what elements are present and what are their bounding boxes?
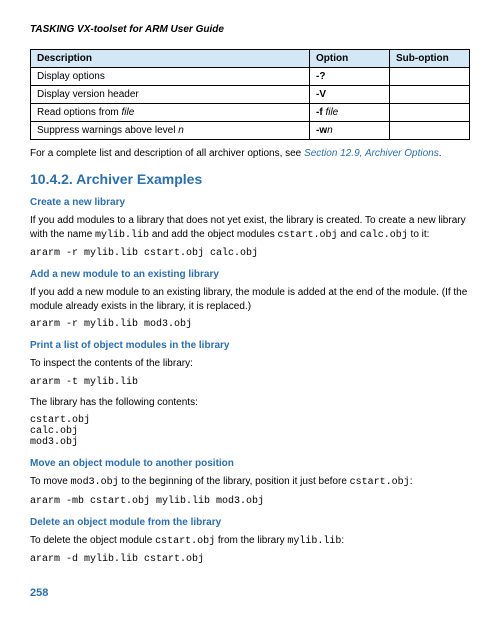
body-text: To move mod3.obj to the beginning of the… xyxy=(30,475,470,490)
code-block: cstart.obj calc.obj mod3.obj xyxy=(30,415,470,448)
body-text: The library has the following contents: xyxy=(30,396,470,410)
section-title: 10.4.2. Archiver Examples xyxy=(30,171,470,187)
cell-desc: Read options from file xyxy=(31,104,310,122)
table-row: Suppress warnings above level n -wn xyxy=(31,122,470,140)
example-heading: Create a new library xyxy=(30,197,470,208)
cell-subopt xyxy=(390,68,470,86)
code-block: ararm -mb cstart.obj mylib.lib mod3.obj xyxy=(30,496,470,507)
cell-desc: Display version header xyxy=(31,86,310,104)
cell-opt: -wn xyxy=(310,122,390,140)
example-heading: Print a list of object modules in the li… xyxy=(30,340,470,351)
body-text: To delete the object module cstart.obj f… xyxy=(30,534,470,549)
options-table: Description Option Sub-option Display op… xyxy=(30,49,470,140)
page-header: TASKING VX-toolset for ARM User Guide xyxy=(30,24,470,35)
example-heading: Move an object module to another positio… xyxy=(30,458,470,469)
cell-opt: -V xyxy=(310,86,390,104)
cell-desc: Suppress warnings above level n xyxy=(31,122,310,140)
body-text: To inspect the contents of the library: xyxy=(30,357,470,371)
table-row: Display options -? xyxy=(31,68,470,86)
example-heading: Add a new module to an existing library xyxy=(30,269,470,280)
page-number: 258 xyxy=(30,587,470,599)
cell-desc: Display options xyxy=(31,68,310,86)
body-text: If you add modules to a library that doe… xyxy=(30,214,470,242)
th-option: Option xyxy=(310,50,390,68)
cell-subopt xyxy=(390,122,470,140)
cell-opt: -f file xyxy=(310,104,390,122)
cell-subopt xyxy=(390,104,470,122)
code-block: ararm -d mylib.lib cstart.obj xyxy=(30,554,470,565)
code-block: ararm -r mylib.lib cstart.obj calc.obj xyxy=(30,248,470,259)
table-caption: For a complete list and description of a… xyxy=(30,148,470,159)
cell-subopt xyxy=(390,86,470,104)
example-heading: Delete an object module from the library xyxy=(30,517,470,528)
cell-opt: -? xyxy=(310,68,390,86)
th-description: Description xyxy=(31,50,310,68)
archiver-options-link[interactable]: Section 12.9, Archiver Options xyxy=(304,148,439,159)
body-text: If you add a new module to an existing l… xyxy=(30,286,470,313)
table-row: Display version header -V xyxy=(31,86,470,104)
th-suboption: Sub-option xyxy=(390,50,470,68)
code-block: ararm -r mylib.lib mod3.obj xyxy=(30,319,470,330)
table-row: Read options from file -f file xyxy=(31,104,470,122)
code-block: ararm -t mylib.lib xyxy=(30,377,470,388)
